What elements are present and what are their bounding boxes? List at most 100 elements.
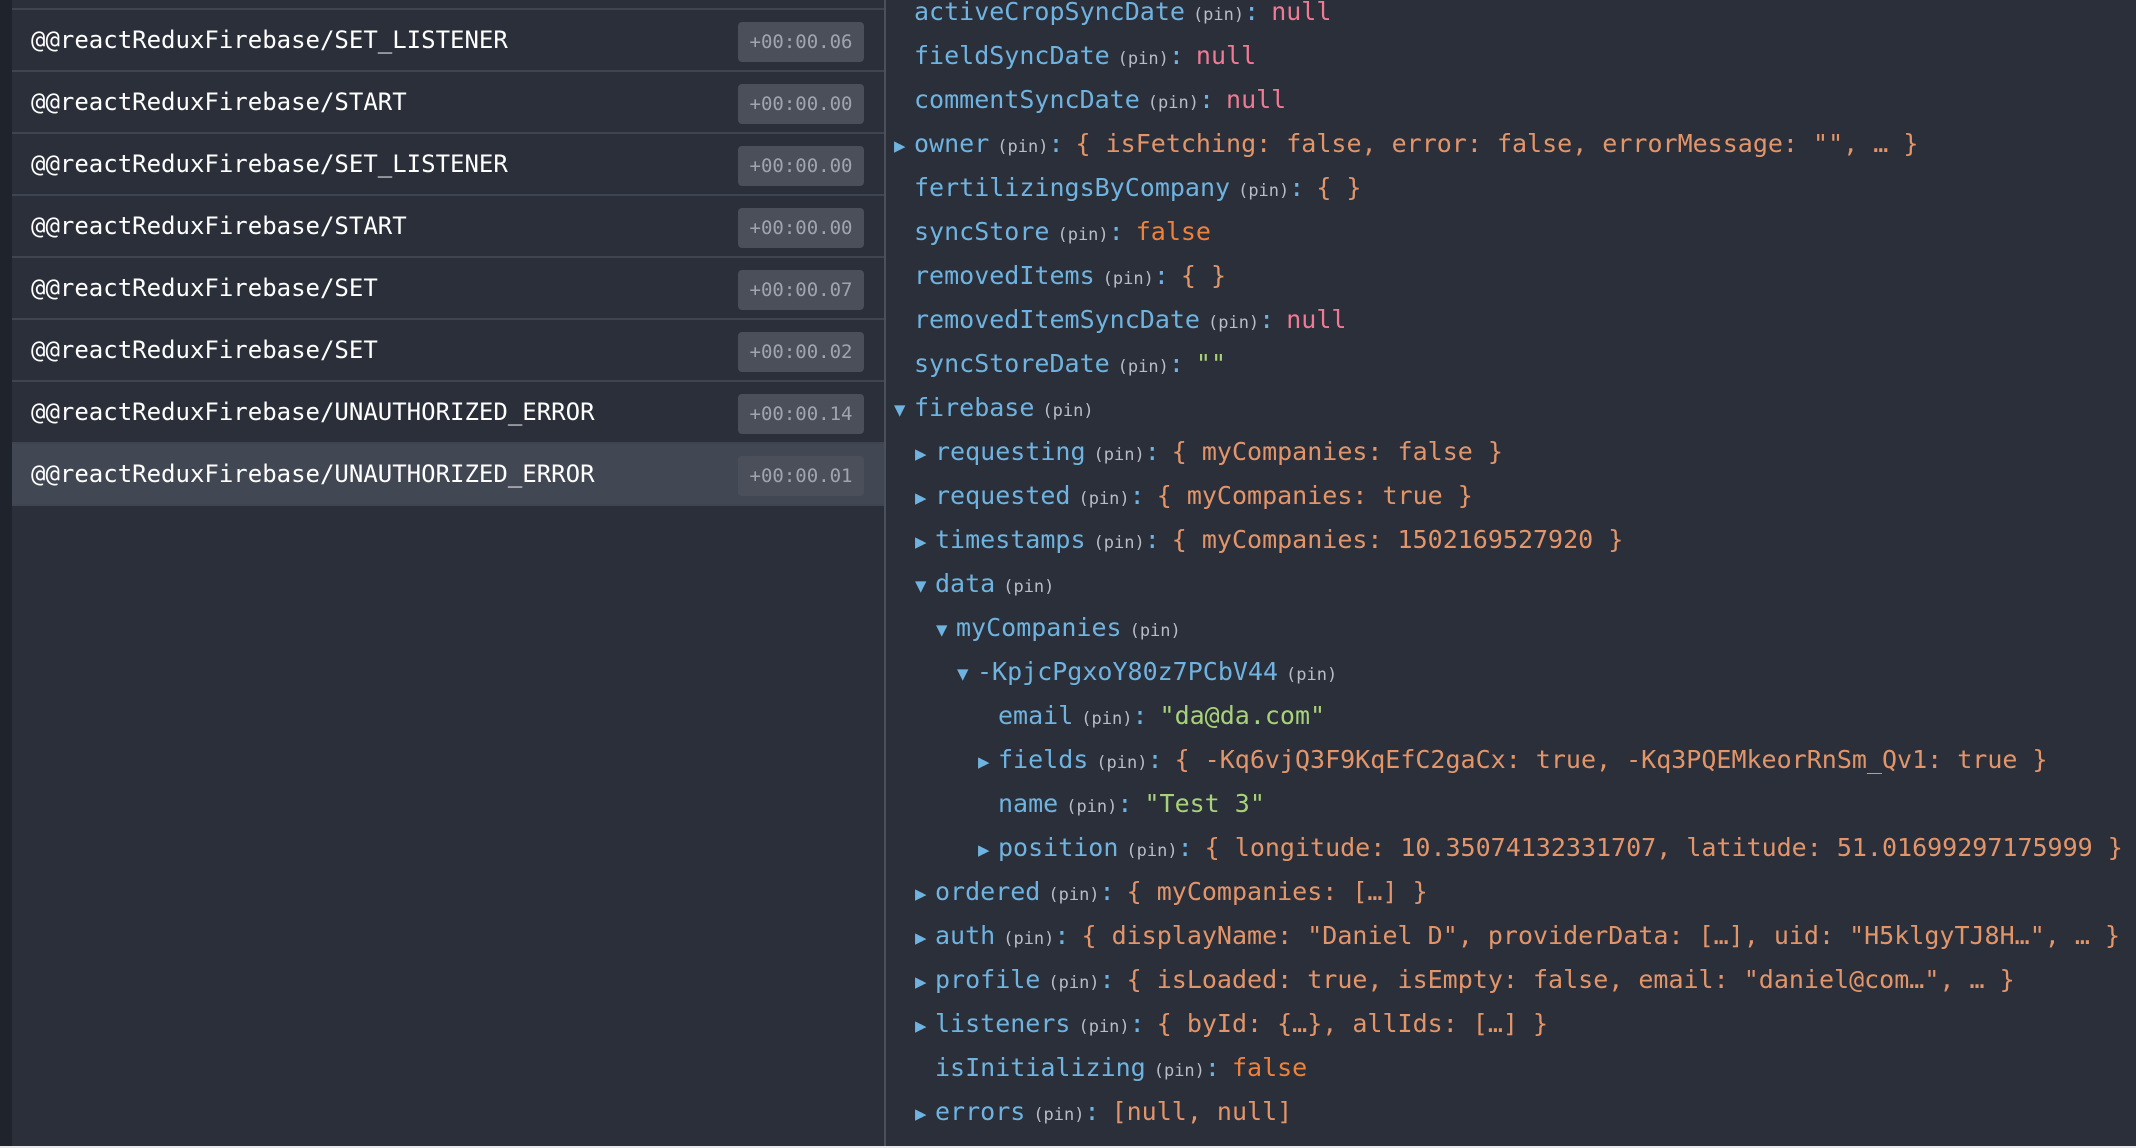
state-value: { -Kq6vjQ3F9KqEfC2gaCx: true, -Kq3PQEMke… [1174,745,2048,774]
key-value-separator: : [1259,305,1275,334]
pin-link[interactable]: (pin) [1096,753,1147,773]
pin-link[interactable]: (pin) [1094,533,1145,553]
state-key[interactable]: profile [935,965,1040,994]
state-key: activeCropSyncDate [914,0,1185,26]
pin-link[interactable]: (pin) [1066,797,1117,817]
caret-right-icon[interactable]: ▶ [915,434,935,474]
state-tree: activeCropSyncDate (pin): null fieldSyncDat… [888,0,2136,1146]
state-value: null [1226,85,1287,114]
state-value: [null, null] [1111,1097,1293,1126]
caret-right-icon[interactable]: ▶ [915,874,935,914]
pin-link[interactable]: (pin) [1286,665,1337,685]
state-node: ▼ -KpjcPgxoY80z7PCbV44 (pin) [957,652,1337,692]
state-key[interactable]: listeners [935,1009,1070,1038]
state-key[interactable]: auth [935,921,995,950]
action-row[interactable]: @@reactReduxFirebase/SET +00:00.02 [12,320,884,382]
caret-right-icon[interactable]: ▶ [915,1006,935,1046]
pin-link[interactable]: (pin) [1148,93,1199,113]
pin-link[interactable]: (pin) [1208,313,1259,333]
pin-link[interactable]: (pin) [1094,445,1145,465]
pin-link[interactable]: (pin) [1081,709,1132,729]
pin-link[interactable]: (pin) [1103,269,1154,289]
state-node: ▶ requested (pin): { myCompanies: true } [915,476,1473,516]
key-value-separator: : [1054,921,1070,950]
key-value-separator: : [1244,0,1260,26]
pin-link[interactable]: (pin) [1003,929,1054,949]
caret-right-icon[interactable]: ▶ [915,522,935,562]
pin-link[interactable]: (pin) [1078,1017,1129,1037]
caret-down-icon[interactable]: ▼ [915,566,935,606]
state-key[interactable]: owner [914,129,989,158]
pin-link[interactable]: (pin) [1003,577,1054,597]
action-name: @@reactReduxFirebase/UNAUTHORIZED_ERROR [31,398,595,426]
pin-link[interactable]: (pin) [1033,1105,1084,1125]
state-value: null [1286,305,1347,334]
state-key[interactable]: firebase [914,393,1034,422]
caret-right-icon[interactable]: ▶ [894,126,914,166]
action-time-badge: +00:00.07 [738,270,864,310]
action-name: @@reactReduxFirebase/UNAUTHORIZED_ERROR [31,460,595,488]
state-key[interactable]: position [998,833,1118,862]
pin-link[interactable]: (pin) [1118,357,1169,377]
state-value: { } [1316,173,1362,202]
pin-link[interactable]: (pin) [1048,973,1099,993]
state-key[interactable]: -KpjcPgxoY80z7PCbV44 [977,657,1278,686]
state-value: "Test 3" [1144,789,1265,818]
action-name: @@reactReduxFirebase/SET [31,274,378,302]
state-key[interactable]: requested [935,481,1070,510]
state-node: isInitializing (pin): false [915,1048,1307,1088]
pin-link[interactable]: (pin) [997,137,1048,157]
state-node: fieldSyncDate (pin): null [894,36,1256,76]
key-value-separator: : [1129,481,1145,510]
action-row[interactable]: @@reactReduxFirebase/SET_LISTENER +00:00.… [12,134,884,196]
state-key: isInitializing [935,1053,1146,1082]
caret-right-icon[interactable]: ▶ [978,830,998,870]
action-row[interactable]: @@reactReduxFirebase/UNAUTHORIZED_ERROR +… [12,382,884,444]
caret-right-icon[interactable]: ▶ [915,918,935,958]
state-key[interactable]: data [935,569,995,598]
state-key[interactable]: fields [998,745,1088,774]
action-row[interactable]: @@reactReduxFirebase/UNAUTHORIZED_ERROR +… [12,444,884,506]
action-row[interactable]: @@reactReduxFirebase/SET +00:00.07 [12,258,884,320]
action-time-badge: +00:00.14 [738,394,864,434]
key-value-separator: : [1099,965,1115,994]
state-key: email [998,701,1074,730]
state-node: removedItems (pin): { } [894,256,1226,296]
state-key[interactable]: timestamps [935,525,1086,554]
pin-link[interactable]: (pin) [1057,225,1108,245]
caret-right-icon[interactable]: ▶ [915,962,935,1002]
state-value: "" [1195,349,1227,378]
caret-right-icon[interactable]: ▶ [915,1094,935,1134]
left-gutter [0,0,12,1148]
pin-link[interactable]: (pin) [1048,885,1099,905]
state-key: removedItems [914,261,1095,290]
caret-right-icon[interactable]: ▶ [915,478,935,518]
caret-down-icon[interactable]: ▼ [936,610,956,650]
state-node: fertilizingsByCompany (pin): { } [894,168,1361,208]
pin-link[interactable]: (pin) [1238,181,1289,201]
state-key[interactable]: myCompanies [956,613,1122,642]
pin-link[interactable]: (pin) [1118,49,1169,69]
state-node: ▶ auth (pin): { displayName: "Daniel D", pr… [915,916,2120,956]
state-key[interactable]: requesting [935,437,1086,466]
state-value: { myCompanies: […] } [1126,877,1428,906]
action-row[interactable]: @@reactReduxFirebase/START +00:00.00 [12,72,884,134]
state-key[interactable]: ordered [935,877,1040,906]
state-value: { myCompanies: false } [1171,437,1503,466]
action-name: @@reactReduxFirebase/START [31,88,407,116]
state-key[interactable]: errors [935,1097,1025,1126]
caret-down-icon[interactable]: ▼ [894,390,914,430]
action-name: @@reactReduxFirebase/SET_LISTENER [31,150,508,178]
pin-link[interactable]: (pin) [1154,1061,1205,1081]
pin-link[interactable]: (pin) [1078,489,1129,509]
caret-down-icon[interactable]: ▼ [957,654,977,694]
caret-right-icon[interactable]: ▶ [978,742,998,782]
state-node: ▼ firebase (pin) [894,388,1094,428]
pin-link[interactable]: (pin) [1130,621,1181,641]
action-row[interactable]: @@reactReduxFirebase/START +00:00.00 [12,196,884,258]
pin-link[interactable]: (pin) [1193,5,1244,25]
pin-link[interactable]: (pin) [1042,401,1093,421]
pin-link[interactable]: (pin) [1126,841,1177,861]
action-row[interactable]: @@reactReduxFirebase/SET_LISTENER +00:00.… [12,10,884,72]
state-key: name [998,789,1059,818]
